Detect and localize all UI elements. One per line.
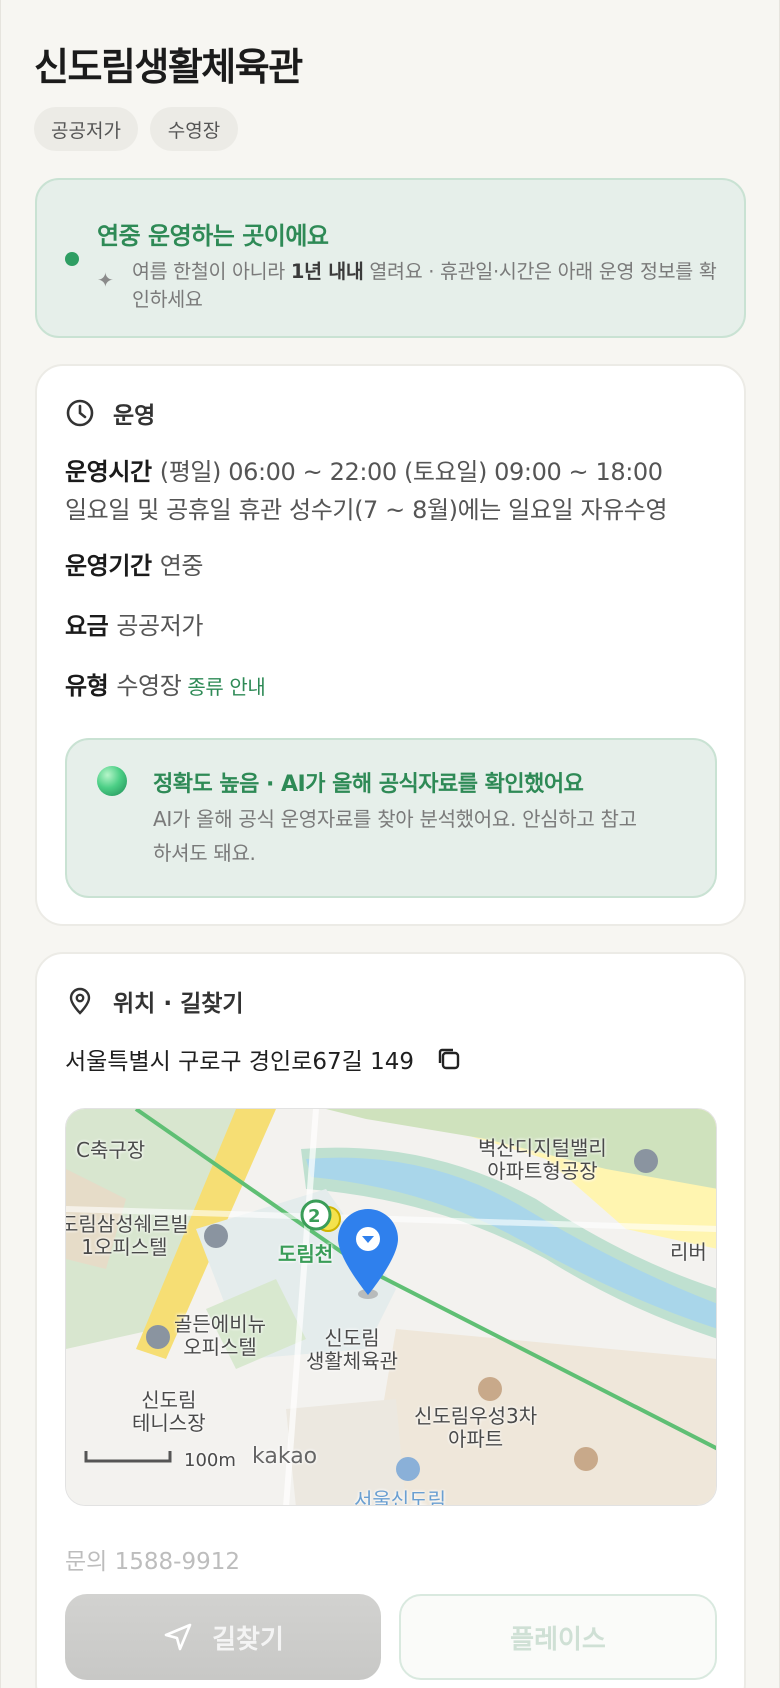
fee-row: 요금 공공저가 — [65, 612, 204, 640]
map-label-bottom: 서울신도림 — [354, 1488, 446, 1506]
map-label-soccer: C축구장 — [76, 1138, 146, 1162]
map-cluster-count: 2 — [308, 1206, 321, 1227]
type-guide-link[interactable]: 종류 안내 — [187, 675, 265, 699]
notice-title: 연중 운영하는 곳이에요 — [97, 222, 329, 250]
tag-chip-public-price[interactable]: 공공저가 — [34, 107, 138, 151]
location-card: 위치 · 길찾기 서울특별시 구로구 경인로67길 149 C축구장 도림삼성쉐… — [35, 952, 746, 1688]
page-title: 신도림생활체육관 — [34, 45, 303, 89]
ai-text: AI가 올해 공식 운영자료를 찾아 분석했어요. 안심하고 참고하셔도 돼요. — [153, 807, 637, 865]
year-round-notice: 연중 운영하는 곳이에요 ✦ 여름 한철이 아니라 1년 내내 열려요 · 휴관… — [35, 178, 746, 338]
period-row: 운영기간 연중 — [65, 552, 204, 580]
map-scale-label: 100m — [184, 1450, 236, 1471]
hours-row: 운영시간 (평일) 06:00 ~ 22:00 (토요일) 09:00 ~ 18:… — [65, 458, 663, 486]
map-label-station: 도림천 — [278, 1242, 334, 1266]
clock-icon — [66, 399, 94, 427]
operation-heading: 운영 — [65, 396, 155, 430]
operation-card: 운영 운영시간 (평일) 06:00 ~ 22:00 (토요일) 09:00 ~ … — [35, 364, 746, 926]
directions-button-label: 길찾기 — [212, 1624, 284, 1655]
address-row: 서울특별시 구로구 경인로67길 149 — [65, 1042, 464, 1076]
location-pin-icon — [69, 987, 91, 1015]
map-label-venue: 신도림 생활체육관 — [306, 1326, 398, 1373]
type-row: 유형 수영장 종류 안내 — [65, 672, 266, 700]
phone-text[interactable]: 문의 1588-9912 — [65, 1542, 240, 1576]
map-graphic — [66, 1109, 716, 1505]
map-label-golden: 골든에비뉴 오피스텔 — [174, 1312, 266, 1359]
operation-heading-label: 운영 — [113, 403, 156, 429]
sparkle-icon: ✦ — [97, 268, 114, 292]
directions-button[interactable]: 길찾기 — [65, 1594, 381, 1680]
ai-orb-icon — [97, 766, 127, 796]
map-label-byeoksan: 벽산디지털밸리 아파트형공장 — [478, 1136, 607, 1183]
hours-note: 일요일 및 공휴일 휴관 성수기(7 ~ 8월)에는 일요일 자유수영 — [65, 496, 668, 524]
map-label-river: 리버 — [670, 1240, 707, 1264]
map-view[interactable]: C축구장 도림삼성쉐르빌 1오피스텔 골든에비뉴 오피스텔 신도림 테니스장 벽… — [65, 1108, 717, 1506]
location-heading-label: 위치 · 길찾기 — [113, 991, 244, 1017]
status-dot-icon — [65, 252, 79, 266]
map-label-samsung: 도림삼성쉐르빌 1오피스텔 — [65, 1212, 189, 1259]
tag-chip-pool[interactable]: 수영장 — [150, 107, 238, 151]
navigation-arrow-icon — [164, 1623, 192, 1651]
ai-accuracy-notice: 정확도 높음 · AI가 올해 공식자료를 확인했어요 AI가 올해 공식 운영… — [65, 738, 717, 898]
copy-icon[interactable] — [434, 1044, 464, 1074]
notice-text: 여름 한철이 아니라 1년 내내 열려요 · 휴관일·시간은 아래 운영 정보를… — [132, 260, 717, 311]
ai-title: 정확도 높음 · AI가 올해 공식자료를 확인했어요 — [153, 772, 584, 797]
place-button[interactable]: 플레이스 — [399, 1594, 717, 1680]
location-heading: 위치 · 길찾기 — [65, 984, 244, 1018]
map-label-tennis: 신도림 테니스장 — [132, 1388, 206, 1435]
address-text: 서울특별시 구로구 경인로67길 149 — [65, 1049, 415, 1075]
place-button-label: 플레이스 — [510, 1624, 606, 1655]
map-brand-label: kakao — [252, 1444, 318, 1469]
map-label-apt: 신도림우성3차 아파트 — [414, 1404, 538, 1451]
